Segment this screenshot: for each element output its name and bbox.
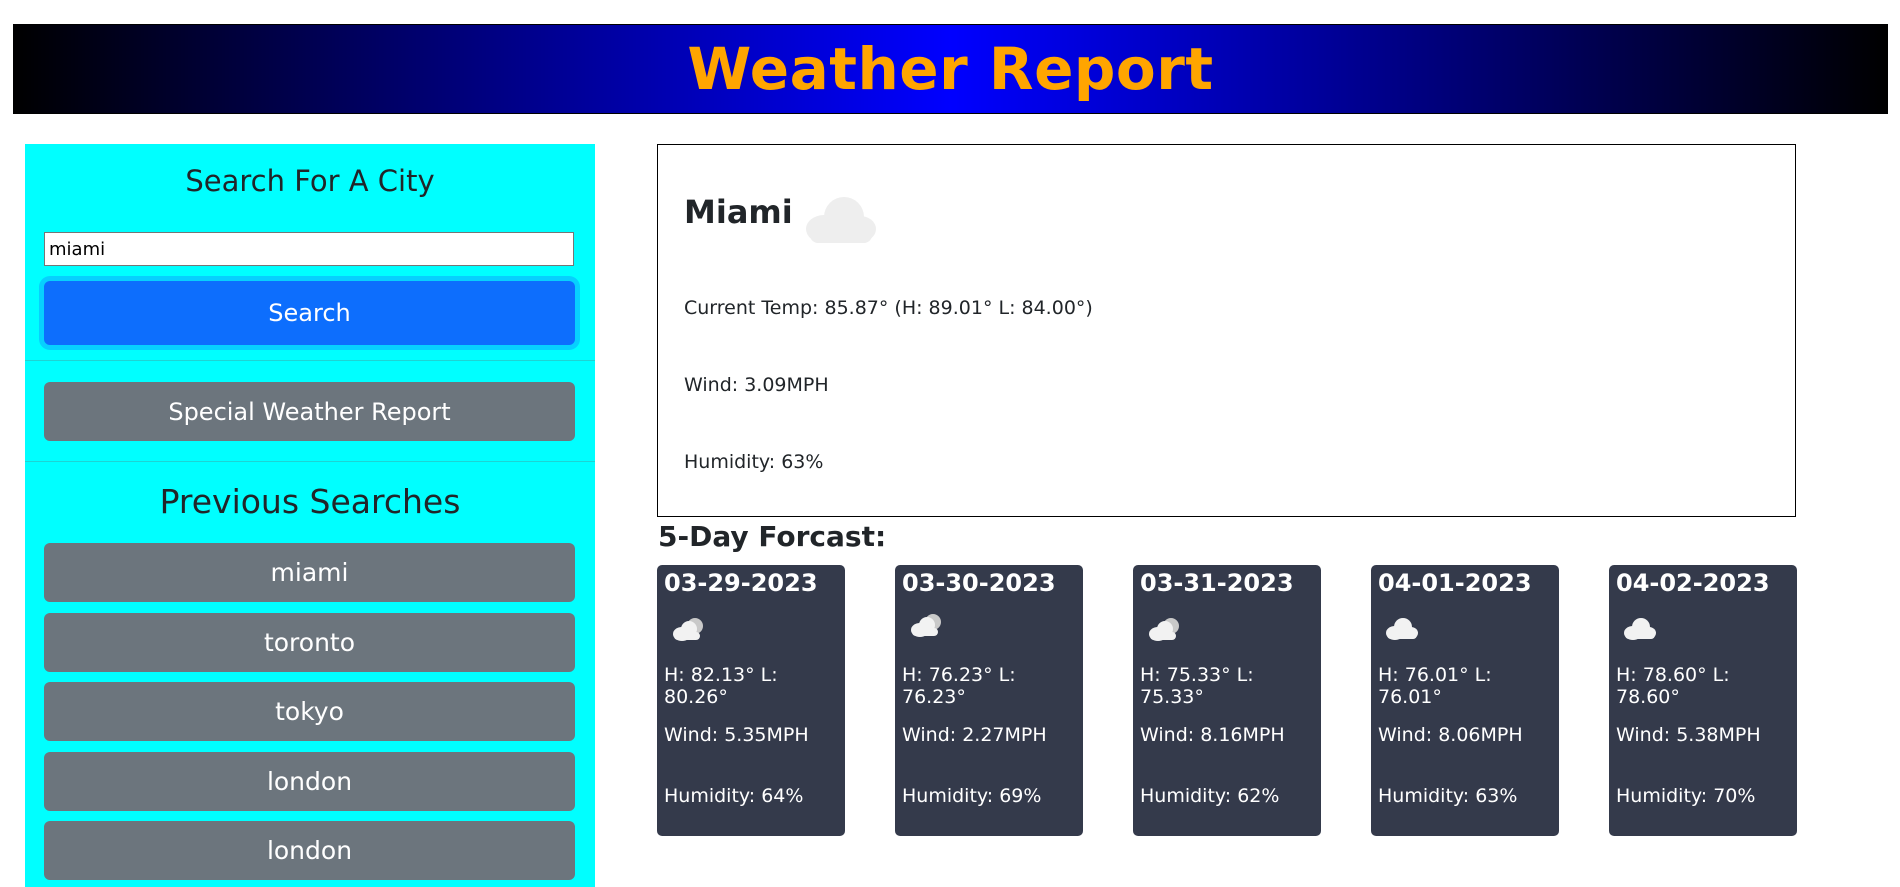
forecast-wind: Wind: 8.06MPH: [1378, 724, 1523, 746]
page-title: Weather Report: [687, 35, 1214, 103]
forecast-date: 03-31-2023: [1140, 569, 1294, 597]
previous-search-london-button[interactable]: london: [44, 752, 575, 811]
forecast-high-low: H: 78.60° L: 78.60°: [1616, 664, 1730, 708]
search-button[interactable]: Search: [44, 281, 575, 345]
page-header: Weather Report: [13, 24, 1888, 114]
forecast-high-low: H: 82.13° L: 80.26°: [664, 664, 778, 708]
forecast-wind: Wind: 5.38MPH: [1616, 724, 1761, 746]
forecast-card: 04-02-2023 H: 78.60° L: 78.60° Wind: 5.3…: [1609, 565, 1797, 836]
forecast-humidity: Humidity: 70%: [1616, 785, 1756, 807]
current-weather-panel: Miami Current Temp: 85.87° (H: 89.01° L:…: [657, 144, 1796, 517]
forecast-date: 04-02-2023: [1616, 569, 1770, 597]
previous-search-london-button-2[interactable]: london: [44, 821, 575, 880]
cloud-icon: [1621, 615, 1659, 647]
city-name: Miami: [684, 193, 793, 231]
forecast-high-low: H: 76.01° L: 76.01°: [1378, 664, 1492, 708]
search-title: Search For A City: [185, 164, 435, 198]
previous-searches-title: Previous Searches: [159, 482, 461, 521]
forecast-title: 5-Day Forcast:: [658, 520, 887, 553]
forecast-card: 03-29-2023 H: 82.13° L: 80.26° Wind: 5.3…: [657, 565, 845, 836]
forecast-date: 04-01-2023: [1378, 569, 1532, 597]
divider: [25, 461, 595, 462]
forecast-high-low: H: 76.23° L: 76.23°: [902, 664, 1016, 708]
special-weather-report-button[interactable]: Special Weather Report: [44, 382, 575, 441]
current-wind: Wind: 3.09MPH: [684, 374, 829, 396]
previous-search-tokyo-button[interactable]: tokyo: [44, 682, 575, 741]
forecast-card: 03-30-2023 H: 76.23° L: 76.23° Wind: 2.2…: [895, 565, 1083, 836]
previous-search-miami-button[interactable]: miami: [44, 543, 575, 602]
forecast-humidity: Humidity: 63%: [1378, 785, 1518, 807]
current-temp: Current Temp: 85.87° (H: 89.01° L: 84.00…: [684, 297, 1093, 319]
forecast-high-low: H: 75.33° L: 75.33°: [1140, 664, 1254, 708]
current-humidity: Humidity: 63%: [684, 451, 824, 473]
forecast-card: 04-01-2023 H: 76.01° L: 76.01° Wind: 8.0…: [1371, 565, 1559, 836]
forecast-humidity: Humidity: 64%: [664, 785, 804, 807]
forecast-date: 03-30-2023: [902, 569, 1056, 597]
search-sidebar: Search For A City Search Special Weather…: [25, 144, 595, 887]
forecast-card: 03-31-2023 H: 75.33° L: 75.33° Wind: 8.1…: [1133, 565, 1321, 836]
partly-cloudy-icon: [907, 611, 945, 643]
city-search-input[interactable]: [44, 232, 574, 266]
cloud-icon: [1383, 615, 1421, 647]
forecast-wind: Wind: 5.35MPH: [664, 724, 809, 746]
forecast-wind: Wind: 2.27MPH: [902, 724, 1047, 746]
previous-search-toronto-button[interactable]: toronto: [44, 613, 575, 672]
partly-cloudy-icon: [669, 615, 707, 647]
cloud-icon: [800, 191, 880, 251]
forecast-humidity: Humidity: 69%: [902, 785, 1042, 807]
forecast-humidity: Humidity: 62%: [1140, 785, 1280, 807]
divider: [25, 360, 595, 361]
forecast-date: 03-29-2023: [664, 569, 818, 597]
partly-cloudy-icon: [1145, 615, 1183, 647]
forecast-wind: Wind: 8.16MPH: [1140, 724, 1285, 746]
